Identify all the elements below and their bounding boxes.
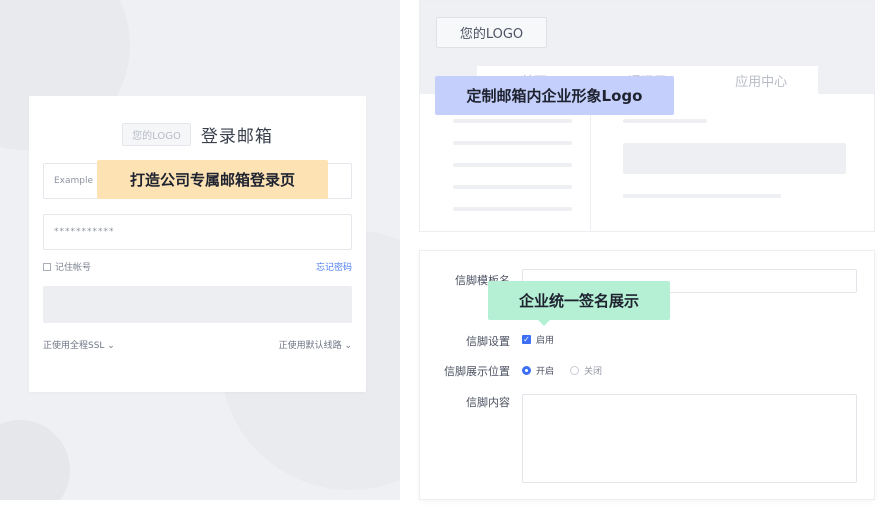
login-header: 您的LOGO 登录邮箱 [29,122,366,147]
sidebar-placeholder-line [453,141,572,145]
mailbox-preview-panel: 您的LOGO 首页 通讯录 应用中心 [419,0,875,232]
ssl-option-dropdown[interactable]: 正使用全程SSL ⌄ [43,338,115,351]
radio-off-label: 关闭 [584,367,603,377]
radio-off[interactable]: 关闭 [570,364,602,377]
checkmark-icon[interactable]: ✓ [522,335,531,344]
login-card: 您的LOGO 登录邮箱 Example *********** 记住帐号 忘记密… [29,96,366,392]
signature-settings-label: 信脚设置 [466,335,510,348]
checkbox-icon[interactable] [43,262,51,271]
login-button[interactable] [43,286,352,323]
tab-app-center[interactable]: 应用中心 [704,66,818,94]
radio-on-label: 开启 [536,367,555,377]
signature-content-textarea[interactable] [522,394,857,483]
login-preview-panel: 您的LOGO 登录邮箱 Example *********** 记住帐号 忘记密… [0,0,400,500]
decor-circle [0,420,70,500]
remember-row: 记住帐号 忘记密码 [43,260,352,273]
signature-content-label: 信脚内容 [466,396,510,409]
content-placeholder-line [623,194,781,198]
callout-login-page: 打造公司专属邮箱登录页 [97,160,328,199]
enable-label: 启用 [536,336,555,346]
route-option-dropdown[interactable]: 正使用默认线路 ⌄ [279,338,352,351]
connection-options: 正使用全程SSL ⌄ 正使用默认线路 ⌄ [43,338,352,351]
sidebar-placeholder-line [453,185,572,189]
sidebar-placeholder-line [453,207,572,211]
callout-brand-logo: 定制邮箱内企业形象Logo [435,76,674,115]
mailbox-logo: 您的LOGO [436,17,547,48]
password-field[interactable]: *********** [43,214,352,250]
display-position-label: 信脚展示位置 [444,365,510,378]
sidebar-placeholder-line [453,119,572,123]
radio-on[interactable]: 开启 [522,364,554,377]
remember-label: 记住帐号 [55,263,92,273]
display-position-radios: 开启 关闭 [522,364,618,377]
remember-account-checkbox[interactable]: 记住帐号 [43,260,91,273]
radio-selected-icon[interactable] [522,366,531,375]
callout-signature: 企业统一签名展示 [488,281,670,326]
content-placeholder-line [623,119,707,123]
forgot-password-link[interactable]: 忘记密码 [316,260,352,273]
radio-unselected-icon[interactable] [570,366,580,375]
content-placeholder-block [623,143,846,174]
enable-checkbox[interactable]: ✓ 启用 [522,333,554,346]
sidebar-placeholder-line [453,163,572,167]
company-logo-placeholder: 您的LOGO [122,123,191,146]
login-title: 登录邮箱 [200,127,273,147]
